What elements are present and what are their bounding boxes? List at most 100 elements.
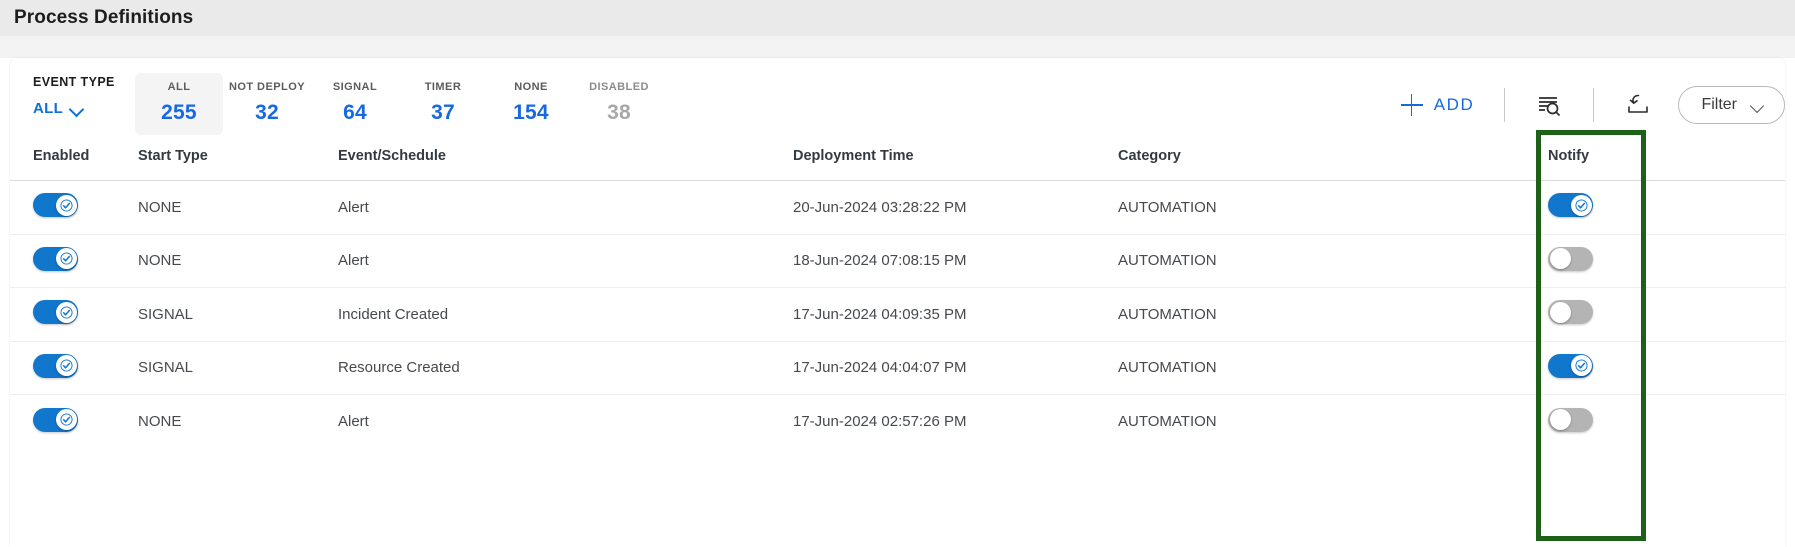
stat-tab-signal[interactable]: SIGNAL 64 — [311, 73, 399, 135]
filter-dropdown[interactable]: Filter — [1678, 86, 1785, 124]
toggle-knob — [55, 248, 77, 270]
cell-enabled — [10, 180, 138, 235]
cell-start-type: NONE — [138, 180, 338, 235]
plus-icon — [1400, 94, 1423, 116]
check-icon — [59, 359, 73, 372]
check-icon — [1574, 359, 1588, 372]
cell-deployment-time: 17-Jun-2024 04:09:35 PM — [793, 287, 1118, 342]
notify-toggle[interactable] — [1548, 353, 1593, 378]
stat-tab-all[interactable]: ALL 255 — [135, 73, 223, 135]
toolbar: EVENT TYPE ALL ALL 255 NOT DEPLOY 32 SIGNAL 6… — [10, 58, 1785, 142]
enabled-toggle[interactable] — [33, 353, 78, 378]
notify-toggle[interactable] — [1548, 246, 1593, 271]
chevron-down-icon — [70, 104, 85, 113]
event-type-filter: EVENT TYPE ALL — [10, 73, 130, 117]
event-type-dropdown[interactable]: ALL — [33, 100, 130, 117]
cell-notify — [1548, 287, 1648, 342]
stat-tab-value: 154 — [513, 101, 549, 124]
search-list-icon — [1539, 97, 1561, 117]
page-header: Process Definitions — [0, 0, 1795, 36]
toggle-knob — [1549, 248, 1571, 270]
event-type-value: ALL — [33, 100, 64, 117]
check-icon — [59, 306, 73, 319]
check-icon — [59, 413, 73, 426]
notify-toggle[interactable] — [1548, 300, 1593, 325]
cell-event-schedule: Alert — [338, 413, 369, 430]
notify-toggle[interactable] — [1548, 407, 1593, 432]
toggle-knob — [55, 301, 77, 323]
cell-spacer — [1648, 287, 1785, 342]
table-row[interactable]: SIGNAL Incident Created 17-Jun-2024 04:09:… — [10, 287, 1785, 342]
table-row[interactable]: NONE Alert 17-Jun-2024 02:57:26 PM AUTOMATI… — [10, 395, 1785, 449]
cell-deployment-time: 17-Jun-2024 04:04:07 PM — [793, 341, 1118, 395]
cell-category: AUTOMATION — [1118, 413, 1217, 430]
stat-tab-value: 32 — [255, 101, 279, 124]
cell-deployment-time: 18-Jun-2024 07:08:15 PM — [793, 234, 1118, 288]
stat-tab-label: TIMER — [424, 81, 462, 93]
stat-tab-label: ALL — [167, 81, 191, 93]
enabled-toggle[interactable] — [33, 407, 78, 432]
cell-event-schedule: Incident Created — [338, 287, 793, 342]
toolbar-divider-2 — [1593, 88, 1595, 122]
table-row[interactable]: NONE Alert 18-Jun-2024 07:08:15 PM AUTOMATI… — [10, 234, 1785, 288]
stat-tab-not-deploy[interactable]: NOT DEPLOY 32 — [223, 73, 311, 135]
column-header-start-type[interactable]: Start Type — [138, 142, 338, 181]
stat-tab-value: 37 — [431, 101, 455, 124]
cell-enabled — [10, 234, 138, 288]
column-header-category[interactable]: Category — [1118, 142, 1548, 181]
add-button[interactable]: ADD — [1395, 90, 1481, 120]
toggle-knob — [55, 194, 77, 216]
check-icon — [59, 199, 73, 212]
column-header-notify[interactable]: Notify — [1548, 142, 1648, 181]
notify-toggle[interactable] — [1548, 193, 1593, 218]
stat-tab-label: SIGNAL — [332, 81, 378, 93]
cell-notify — [1548, 341, 1648, 395]
cell-spacer — [1648, 234, 1785, 288]
search-list-button[interactable] — [1529, 88, 1569, 122]
toggle-knob — [55, 355, 77, 377]
enabled-toggle[interactable] — [33, 300, 78, 325]
stat-tab-none[interactable]: NONE 154 — [487, 73, 575, 135]
toggle-knob — [1570, 355, 1592, 377]
cell-start-type: NONE — [138, 413, 182, 430]
cell-enabled — [10, 395, 138, 449]
toolbar-divider-1 — [1504, 88, 1506, 122]
export-button[interactable] — [1618, 88, 1658, 122]
column-header-event-schedule[interactable]: Event/Schedule — [338, 142, 793, 181]
chevron-down-icon — [1751, 101, 1766, 110]
add-button-label: ADD — [1433, 95, 1475, 114]
toggle-knob — [55, 409, 77, 430]
check-icon — [59, 252, 73, 265]
cell-event-schedule: Alert — [338, 180, 793, 235]
stat-tab-value: 38 — [607, 101, 631, 124]
stat-tab-value: 64 — [343, 101, 367, 124]
cell-event-schedule: Alert — [338, 234, 793, 288]
stat-tab-value: 255 — [161, 101, 197, 124]
cell-spacer — [1648, 341, 1785, 395]
toggle-knob — [1570, 194, 1592, 216]
stat-tab-disabled[interactable]: DISABLED 38 — [575, 73, 663, 135]
cell-category: AUTOMATION — [1118, 234, 1548, 288]
cell-enabled — [10, 341, 138, 395]
cell-start-type: SIGNAL — [138, 341, 338, 395]
check-icon — [1574, 199, 1588, 212]
process-definitions-table: Enabled Start Type Event/Schedule Deploy… — [10, 142, 1785, 448]
column-header-enabled[interactable]: Enabled — [10, 142, 138, 181]
cell-notify — [1548, 395, 1648, 449]
column-header-spacer — [1648, 142, 1785, 181]
cell-notify — [1548, 234, 1648, 288]
cell-category: AUTOMATION — [1118, 180, 1548, 235]
cell-spacer — [1648, 395, 1785, 449]
event-type-label: EVENT TYPE — [33, 75, 115, 89]
toggle-knob — [1549, 301, 1571, 323]
header-gap-strip — [0, 36, 1795, 58]
column-header-deployment-time[interactable]: Deployment Time — [793, 142, 1118, 181]
table-row[interactable]: SIGNAL Resource Created 17-Jun-2024 04:04:… — [10, 341, 1785, 395]
enabled-toggle[interactable] — [33, 193, 78, 218]
table-row[interactable]: NONE Alert 20-Jun-2024 03:28:22 PM AUTOMATI… — [10, 180, 1785, 235]
cell-event-schedule: Resource Created — [338, 341, 793, 395]
stat-tab-timer[interactable]: TIMER 37 — [399, 73, 487, 135]
export-download-icon — [1628, 94, 1649, 113]
cell-notify — [1548, 180, 1648, 235]
enabled-toggle[interactable] — [33, 246, 78, 271]
